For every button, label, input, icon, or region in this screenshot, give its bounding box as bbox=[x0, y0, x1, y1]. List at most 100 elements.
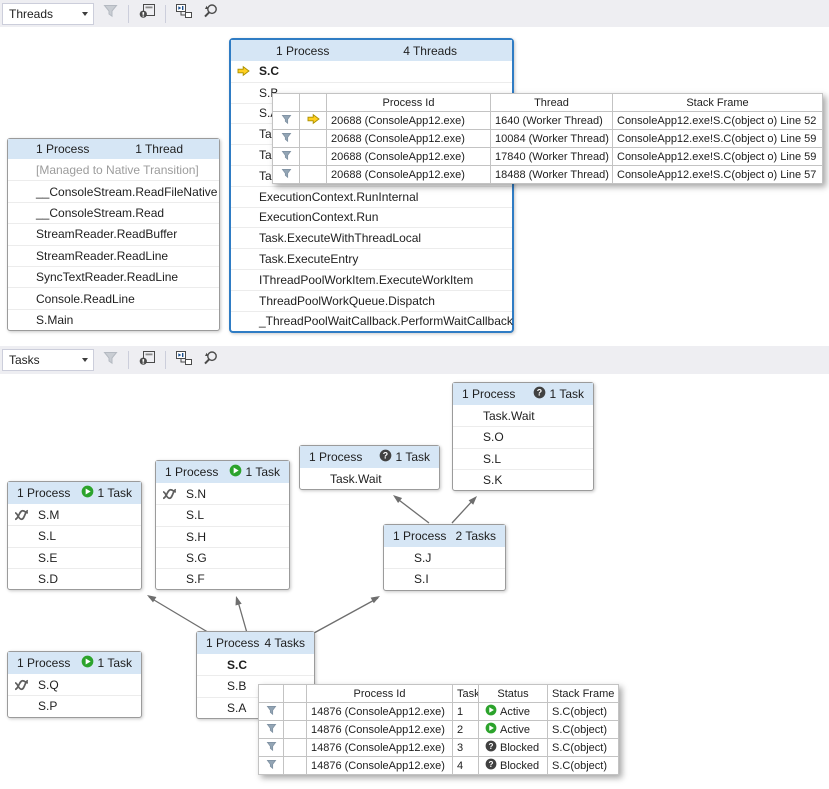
stack-frame-cell: S.C(object) bbox=[548, 721, 619, 739]
tasks-stack-box-blocked-tall[interactable]: 1 Process ? 1 Task Task.Wait S.O S.L S.K bbox=[452, 382, 594, 491]
stack-frame-row[interactable]: Task.ExecuteWithThreadLocal bbox=[231, 227, 512, 248]
view-selector-tasks[interactable]: Tasks bbox=[2, 349, 94, 371]
stack-frame-row[interactable]: S.L bbox=[8, 525, 141, 546]
toggle-zoom-control-button[interactable] bbox=[198, 3, 222, 25]
stack-box-header: 1 Process ? 1 Task bbox=[300, 446, 439, 468]
method-view-button[interactable] bbox=[135, 349, 159, 371]
toolbar-separator bbox=[165, 5, 166, 23]
flag-thread-button[interactable] bbox=[273, 130, 300, 148]
tasks-stack-box-sn[interactable]: 1 Process 1 Task S.N S.L S.H S.G S.F bbox=[155, 460, 290, 590]
status-cell: ?Blocked bbox=[479, 757, 548, 775]
tasks-datatip-table: Process Id Task Status Stack Frame 14876… bbox=[258, 684, 619, 775]
zoom-control-icon bbox=[201, 3, 219, 24]
method-view-button[interactable] bbox=[135, 3, 159, 25]
task-count: 1 Task bbox=[246, 465, 280, 479]
stack-frame-label: S.L bbox=[483, 452, 501, 466]
table-row[interactable]: 14876 (ConsoleApp12.exe) 2 Active S.C(ob… bbox=[259, 721, 619, 739]
chevron-down-icon bbox=[82, 12, 88, 16]
stack-frame-row-current[interactable]: S.N bbox=[156, 483, 289, 504]
tasks-stack-box-two-tasks[interactable]: 1 Process 2 Tasks S.J S.I bbox=[383, 524, 506, 591]
table-row[interactable]: 20688 (ConsoleApp12.exe) 10084 (Worker T… bbox=[273, 130, 823, 148]
stack-frame-row-current[interactable]: S.Q bbox=[8, 674, 141, 695]
process-count: 1 Process bbox=[393, 529, 446, 543]
flag-task-button[interactable] bbox=[259, 721, 284, 739]
stack-frame-row[interactable]: StreamReader.ReadLine bbox=[8, 245, 219, 266]
stack-frame-row[interactable]: S.O bbox=[453, 426, 593, 447]
stack-frame-row[interactable]: __ConsoleStream.Read bbox=[8, 202, 219, 223]
status-label: Active bbox=[500, 724, 530, 736]
stack-frame-row[interactable]: S.I bbox=[384, 568, 505, 589]
stack-frame-row[interactable]: IThreadPoolWorkItem.ExecuteWorkItem bbox=[231, 269, 512, 290]
status-label: Blocked bbox=[500, 742, 539, 754]
stack-frame-row[interactable]: S.Main bbox=[8, 309, 219, 330]
stack-frame-label: ThreadPoolWorkQueue.Dispatch bbox=[259, 294, 435, 308]
stack-frame-cell: ConsoleApp12.exe!S.C(object o) Line 59 bbox=[613, 148, 823, 166]
status-label: Active bbox=[500, 706, 530, 718]
stack-frame-label: S.K bbox=[483, 473, 502, 487]
table-row[interactable]: 20688 (ConsoleApp12.exe) 1640 (Worker Th… bbox=[273, 112, 823, 130]
stack-frame-row-current[interactable]: S.C bbox=[197, 654, 314, 675]
table-row[interactable]: 14876 (ConsoleApp12.exe) 1 Active S.C(ob… bbox=[259, 703, 619, 721]
stack-frame-row[interactable]: [Managed to Native Transition] bbox=[8, 159, 219, 180]
stack-frame-row[interactable]: Console.ReadLine bbox=[8, 287, 219, 308]
stack-frame-row[interactable]: S.F bbox=[156, 568, 289, 589]
task-active-icon bbox=[485, 722, 497, 737]
stack-frame-row[interactable]: SyncTextReader.ReadLine bbox=[8, 266, 219, 287]
stack-frame-row-current[interactable]: S.C bbox=[231, 61, 512, 82]
flag-thread-button[interactable] bbox=[273, 148, 300, 166]
tasks-stack-box-sq[interactable]: 1 Process 1 Task S.Q S.P bbox=[7, 651, 142, 718]
table-row[interactable]: 20688 (ConsoleApp12.exe) 17840 (Worker T… bbox=[273, 148, 823, 166]
table-row[interactable]: 20688 (ConsoleApp12.exe) 18488 (Worker T… bbox=[273, 166, 823, 184]
stack-frame-row[interactable]: __ConsoleStream.ReadFileNative bbox=[8, 180, 219, 201]
threads-stack-box-selected[interactable]: 1 Process 4 Threads S.C S.B S.A Task Tas… bbox=[229, 38, 514, 333]
stack-frame-label: S.J bbox=[414, 551, 431, 565]
current-task-cell bbox=[284, 739, 307, 757]
autoscroll-current-frame-button[interactable] bbox=[172, 3, 196, 25]
stack-frame-row[interactable]: Task.Wait bbox=[453, 405, 593, 426]
autoscroll-current-frame-button[interactable] bbox=[172, 349, 196, 371]
stack-frame-row[interactable]: ExecutionContext.RunInternal bbox=[231, 186, 512, 207]
stack-frame-row[interactable]: S.D bbox=[8, 568, 141, 589]
threads-stack-box-main-thread[interactable]: 1 Process 1 Thread [Managed to Native Tr… bbox=[7, 138, 220, 331]
stack-frame-row[interactable]: ExecutionContext.Run bbox=[231, 207, 512, 228]
stack-frame-row[interactable]: S.E bbox=[8, 547, 141, 568]
flag-thread-button[interactable] bbox=[273, 112, 300, 130]
stack-frame-row[interactable]: S.H bbox=[156, 526, 289, 547]
stack-frame-row[interactable]: S.L bbox=[156, 504, 289, 525]
flag-task-button[interactable] bbox=[259, 757, 284, 775]
toolbar-separator bbox=[165, 351, 166, 369]
stack-frame-row[interactable]: Task.ExecuteEntry bbox=[231, 248, 512, 269]
view-selector-threads[interactable]: Threads bbox=[2, 3, 94, 25]
flag-thread-button[interactable] bbox=[273, 166, 300, 184]
table-row[interactable]: 14876 (ConsoleApp12.exe) 4 ?Blocked S.C(… bbox=[259, 757, 619, 775]
stack-frame-row[interactable]: StreamReader.ReadBuffer bbox=[8, 223, 219, 244]
stack-box-header: 1 Process 2 Tasks bbox=[384, 525, 505, 547]
stack-frame-row[interactable]: S.L bbox=[453, 448, 593, 469]
crossed-threads-icon bbox=[14, 509, 29, 520]
current-thread-cell bbox=[300, 148, 327, 166]
current-statement-arrow-icon bbox=[237, 65, 250, 77]
stack-frame-row-current[interactable]: S.M bbox=[8, 504, 141, 525]
tasks-stack-box-blocked-small[interactable]: 1 Process ? 1 Task Task.Wait bbox=[299, 445, 440, 490]
process-count: 1 Process bbox=[206, 636, 259, 650]
stack-frame-row[interactable]: _ThreadPoolWaitCallback.PerformWaitCallb… bbox=[231, 311, 512, 332]
stack-frame-label: Task.ExecuteWithThreadLocal bbox=[259, 231, 421, 245]
show-only-flagged-button[interactable] bbox=[98, 349, 122, 371]
current-column-header bbox=[284, 685, 307, 703]
flag-task-button[interactable] bbox=[259, 703, 284, 721]
stack-frame-row[interactable]: S.K bbox=[453, 469, 593, 490]
flag-task-button[interactable] bbox=[259, 739, 284, 757]
table-row[interactable]: 14876 (ConsoleApp12.exe) 3 ?Blocked S.C(… bbox=[259, 739, 619, 757]
stack-frame-row[interactable]: S.G bbox=[156, 547, 289, 568]
stack-frame-row[interactable]: ThreadPoolWorkQueue.Dispatch bbox=[231, 290, 512, 311]
toggle-zoom-control-button[interactable] bbox=[198, 349, 222, 371]
tasks-stack-box-sm[interactable]: 1 Process 1 Task S.M S.L S.E S.D bbox=[7, 481, 142, 590]
stack-frame-label: S.G bbox=[186, 551, 207, 565]
process-id-cell: 20688 (ConsoleApp12.exe) bbox=[327, 112, 491, 130]
stack-frame-row[interactable]: S.P bbox=[8, 695, 141, 716]
show-only-flagged-button[interactable] bbox=[98, 3, 122, 25]
column-header: Process Id bbox=[307, 685, 453, 703]
stack-frame-row[interactable]: Task.Wait bbox=[300, 468, 439, 489]
stack-frame-row[interactable]: S.J bbox=[384, 547, 505, 568]
column-header: Thread bbox=[491, 94, 613, 112]
